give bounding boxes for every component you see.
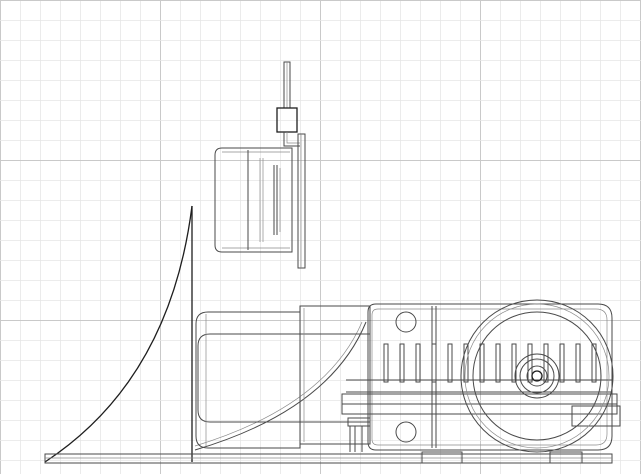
connector-stub <box>347 417 371 452</box>
gearbox-rib <box>383 343 389 383</box>
gearbox-rib <box>431 343 437 383</box>
gearbox-ribs <box>383 343 597 383</box>
background-grid <box>0 0 641 474</box>
base-plate[interactable] <box>44 451 613 464</box>
rod[interactable] <box>283 61 291 109</box>
gearbox-rib <box>415 343 421 383</box>
gearbox-rib <box>447 343 453 383</box>
gearbox-rib <box>495 343 501 383</box>
coupling[interactable] <box>299 305 371 445</box>
motor-body[interactable] <box>195 311 301 449</box>
mounting-plate[interactable] <box>297 133 306 269</box>
cad-viewport[interactable] <box>0 0 641 474</box>
cad-canvas[interactable] <box>0 0 641 474</box>
gearbox-rib <box>575 343 581 383</box>
mechanical-drawing[interactable] <box>44 61 621 464</box>
